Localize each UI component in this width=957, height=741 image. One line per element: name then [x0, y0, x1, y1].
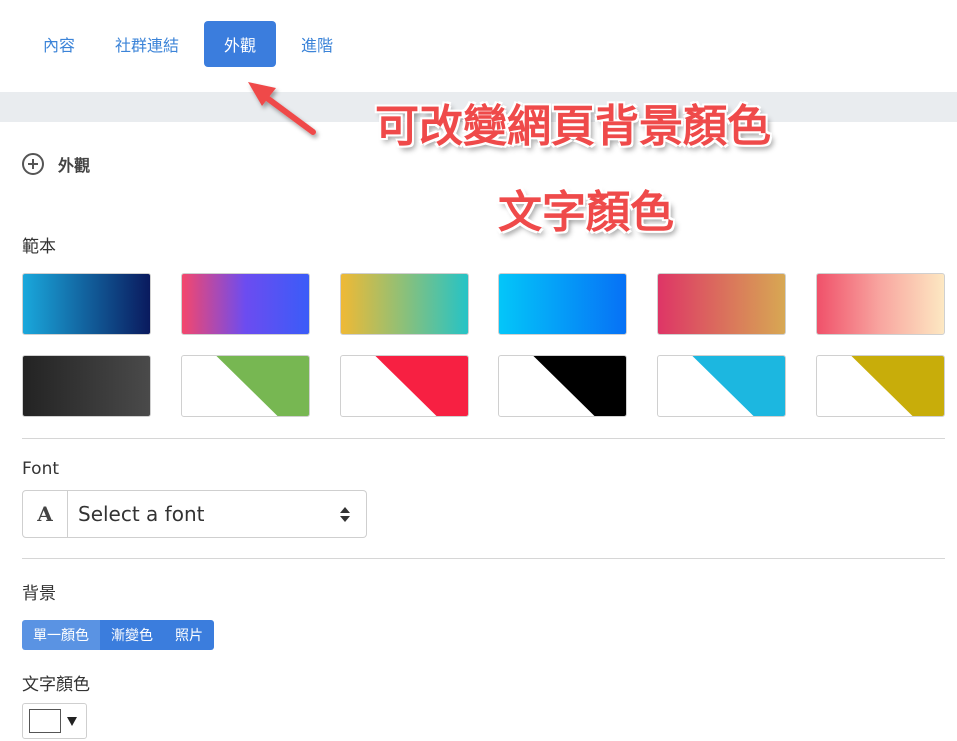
template-swatch[interactable]: [657, 355, 786, 417]
template-swatch[interactable]: [816, 355, 945, 417]
annotation-text-line2: 文字顏色: [498, 187, 674, 238]
section-title: 外觀: [58, 156, 91, 175]
tab-social-links[interactable]: 社群連結: [100, 21, 194, 67]
plus-circle-icon: [22, 153, 44, 175]
template-swatch[interactable]: [498, 355, 627, 417]
appearance-section-header[interactable]: 外觀: [22, 152, 90, 176]
template-swatch[interactable]: [816, 273, 945, 335]
template-swatch[interactable]: [22, 355, 151, 417]
background-gradient-button[interactable]: 漸變色: [100, 620, 164, 650]
template-swatch[interactable]: [657, 273, 786, 335]
template-swatch[interactable]: [181, 273, 310, 335]
background-type-group: 單一顏色 漸變色 照片: [22, 620, 214, 650]
annotation-text-line1: 可改變網頁背景顏色: [375, 101, 771, 152]
text-color-picker[interactable]: [22, 703, 87, 739]
divider: [22, 438, 945, 439]
text-color-label: 文字顏色: [22, 675, 90, 695]
tab-bar: 內容 社群連結 外觀 進階: [28, 21, 358, 67]
font-select-value: Select a font: [78, 502, 205, 526]
caret-down-icon: [67, 716, 77, 726]
tab-advanced[interactable]: 進階: [286, 21, 348, 67]
template-swatch[interactable]: [181, 355, 310, 417]
tab-appearance[interactable]: 外觀: [204, 21, 277, 67]
font-select[interactable]: Select a font: [68, 490, 367, 538]
font-select-group: A Select a font: [22, 490, 367, 538]
template-swatch[interactable]: [340, 273, 469, 335]
template-swatch[interactable]: [498, 273, 627, 335]
background-solid-button[interactable]: 單一顏色: [22, 620, 100, 650]
template-swatch[interactable]: [22, 273, 151, 335]
color-preview: [29, 709, 61, 733]
font-label: Font: [22, 459, 60, 479]
font-icon: A: [22, 490, 68, 538]
background-photo-button[interactable]: 照片: [164, 620, 214, 650]
select-arrows-icon: [340, 507, 350, 523]
divider: [22, 558, 945, 559]
templates-label: 範本: [22, 237, 56, 257]
background-label: 背景: [22, 584, 56, 604]
tab-content[interactable]: 內容: [28, 21, 90, 67]
template-swatch[interactable]: [340, 355, 469, 417]
